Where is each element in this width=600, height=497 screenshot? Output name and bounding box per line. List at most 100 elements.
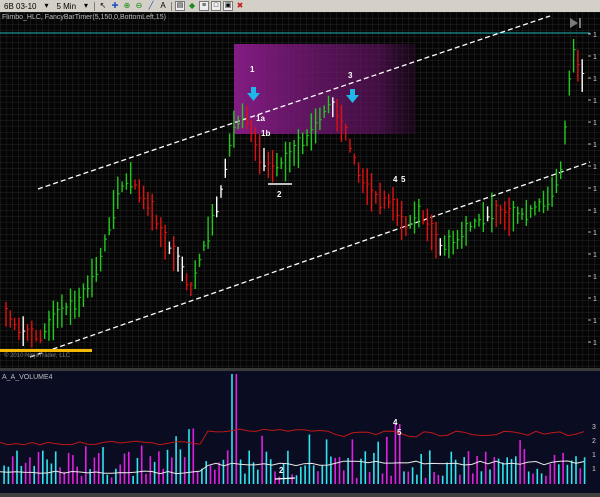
- price-axis-label: 1: [593, 252, 597, 259]
- volume-bar: [549, 464, 551, 484]
- volume-bar: [459, 474, 461, 484]
- price-bar: [129, 162, 133, 195]
- volume-bar: [429, 450, 431, 484]
- dropdown-icon[interactable]: ▾: [41, 1, 51, 11]
- price-bar: [39, 329, 43, 344]
- volume-axis: 3 2 1 1: [592, 424, 596, 473]
- volume-bar: [50, 463, 53, 484]
- volume-bar: [183, 457, 186, 484]
- price-bar: [517, 206, 520, 224]
- dropdown-icon[interactable]: ▾: [81, 1, 91, 11]
- annotation-1: 1: [250, 65, 255, 74]
- price-bar: [164, 224, 168, 260]
- close-icon[interactable]: ✖: [235, 1, 245, 11]
- price-bar: [271, 149, 275, 183]
- volume-bar: [368, 471, 371, 484]
- price-bar: [207, 216, 211, 249]
- price-chart-canvas[interactable]: 1 1a 1b 2 3 4 5 1 1 1 1 1 1 1 1 1 1 1 1 1 1 1: [0, 12, 600, 368]
- volume-panel[interactable]: 2 4 5 3 2 1 1 A_A_VOLUME4: [0, 371, 600, 493]
- cursor-icon[interactable]: ↖: [98, 1, 108, 11]
- volume-bar: [166, 449, 169, 484]
- price-chart-panel[interactable]: 1 1a 1b 2 3 4 5 1 1 1 1 1 1 1 1 1 1 1 1 1 1 1 Flimbo_H…: [0, 12, 600, 368]
- volume-bar: [214, 469, 216, 484]
- volume-bar: [226, 450, 229, 484]
- price-bar: [215, 196, 219, 218]
- volume-bar: [106, 474, 109, 484]
- volume-bar: [261, 435, 263, 484]
- volume-bar: [102, 447, 104, 484]
- volume-bar: [433, 472, 435, 484]
- price-bar: [375, 190, 378, 204]
- volume-bar: [46, 459, 48, 484]
- volume-bar: [386, 436, 388, 484]
- volume-bar: [416, 474, 418, 484]
- volume-bar: [175, 436, 177, 484]
- crosshair-icon[interactable]: ✚: [110, 1, 120, 11]
- play-marker-icon: [570, 18, 578, 28]
- price-bar: [22, 316, 26, 346]
- volume-bar: [523, 449, 526, 484]
- volume-bar: [300, 466, 302, 484]
- volume-bars: [3, 374, 586, 484]
- price-bar: [121, 181, 125, 193]
- volume-bar: [540, 473, 543, 484]
- volume-chart-canvas[interactable]: 2 4 5 3 2 1 1: [0, 371, 600, 493]
- price-bar: [61, 294, 64, 328]
- price-bar: [134, 179, 137, 190]
- volume-bar: [119, 464, 121, 484]
- draw-line-icon[interactable]: ╱: [146, 1, 156, 11]
- price-bar: [439, 238, 443, 256]
- annotation-1a: 1a: [256, 114, 265, 123]
- price-bar: [194, 260, 198, 289]
- price-bar: [289, 142, 292, 173]
- volume-bar: [570, 460, 573, 484]
- data-box-icon[interactable]: □: [211, 1, 222, 11]
- price-bar: [504, 201, 507, 231]
- text-icon[interactable]: A: [158, 1, 168, 11]
- price-bar: [220, 185, 223, 198]
- volume-bar: [239, 459, 242, 484]
- volume-bar: [162, 468, 164, 484]
- zoom-in-icon[interactable]: ⊕: [122, 1, 132, 11]
- price-bar: [95, 257, 99, 282]
- price-bar: [155, 214, 159, 230]
- volume-bar: [201, 468, 203, 484]
- price-bar: [422, 210, 426, 225]
- zoom-out-icon[interactable]: ⊖: [134, 1, 144, 11]
- volume-bar: [502, 462, 504, 484]
- volume-bar: [115, 468, 117, 484]
- price-bar: [177, 246, 180, 272]
- volume-bar: [59, 467, 61, 484]
- instrument-selector[interactable]: 6B 03-10: [0, 2, 40, 11]
- copyright-text: © 2010 NinjaTrader, LLC: [4, 353, 71, 359]
- price-axis-label: 1: [593, 32, 597, 39]
- price-axis-label: 1: [593, 54, 597, 61]
- price-bar: [362, 168, 365, 194]
- price-bar: [142, 185, 146, 210]
- volume-bar: [196, 471, 199, 484]
- orders-icon[interactable]: ≡: [199, 1, 210, 11]
- interval-selector[interactable]: 5 Min: [52, 2, 80, 11]
- strategy-icon[interactable]: ◆: [187, 1, 197, 11]
- volume-bar: [265, 451, 268, 484]
- price-axis-label: 1: [593, 318, 597, 325]
- price-bar: [581, 59, 585, 92]
- price-bar: [82, 283, 86, 307]
- price-bar: [542, 190, 546, 214]
- indicator-label: Flimbo_HLC, FancyBarTimer(5,150,0,Bottom…: [2, 14, 166, 21]
- support-line[interactable]: [0, 349, 92, 352]
- window-icon[interactable]: ▣: [223, 1, 234, 11]
- volume-bar: [515, 456, 517, 484]
- properties-icon[interactable]: ▤: [175, 1, 186, 11]
- price-bar: [349, 138, 352, 153]
- price-bar: [112, 190, 116, 229]
- price-bar: [555, 169, 559, 193]
- horizontal-scrollbar[interactable]: [0, 493, 600, 497]
- price-bar: [379, 182, 383, 215]
- price-bar: [383, 190, 387, 209]
- annotation-2: 2: [277, 190, 282, 199]
- volume-bar: [205, 461, 207, 484]
- price-bar: [5, 301, 8, 327]
- volume-bar: [411, 467, 414, 484]
- price-bar: [18, 317, 21, 340]
